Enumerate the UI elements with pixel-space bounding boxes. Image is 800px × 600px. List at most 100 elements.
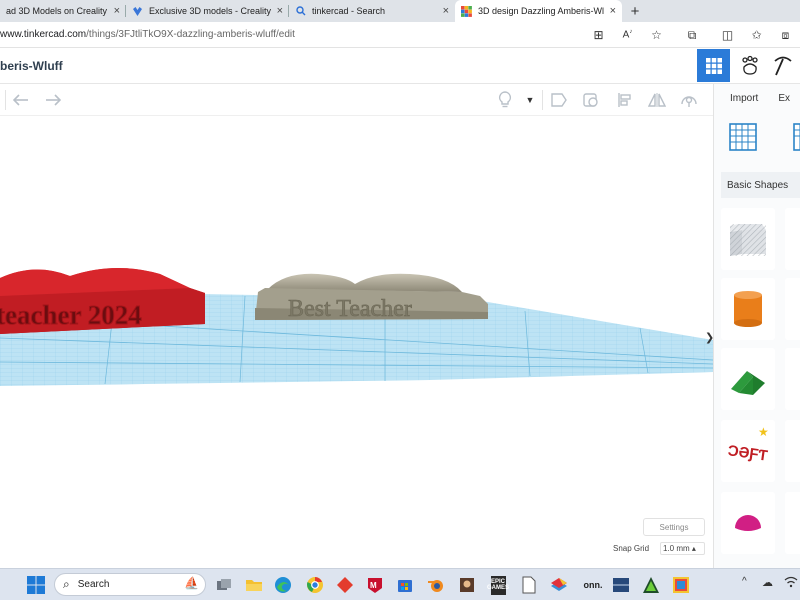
browser-tab-2[interactable]: Exclusive 3D models - Creality Cl × × bbox=[126, 0, 289, 22]
file-explorer-icon[interactable] bbox=[242, 574, 266, 596]
light-dropdown-chevron-icon[interactable]: ▼ bbox=[519, 90, 541, 110]
cruise-icon[interactable] bbox=[678, 90, 700, 110]
epic-games-icon[interactable]: EPIC GAMES bbox=[486, 574, 510, 596]
tab-title: Exclusive 3D models - Creality Cl bbox=[149, 6, 271, 16]
search-highlight-icon: ⛵ bbox=[184, 576, 199, 590]
blocks-view-button[interactable] bbox=[733, 49, 766, 82]
split-screen-icon[interactable]: ◫ bbox=[713, 28, 742, 42]
workplane-shape-icon[interactable] bbox=[728, 122, 768, 156]
extensions-icon[interactable]: ⧉ bbox=[671, 28, 713, 43]
roof-icon bbox=[731, 371, 765, 395]
box-hole-icon bbox=[730, 224, 766, 256]
game-icon[interactable] bbox=[455, 574, 479, 596]
edge-icon[interactable] bbox=[271, 574, 295, 596]
collections-icon[interactable]: ⧈ bbox=[771, 28, 800, 43]
mcafee-icon[interactable]: M bbox=[363, 574, 387, 596]
app-icon[interactable] bbox=[547, 574, 571, 596]
red-teacher-2024-object[interactable]: teacher 2024 bbox=[0, 267, 205, 334]
cylinder-hole-shape[interactable] bbox=[785, 208, 800, 270]
hole-icon[interactable] bbox=[580, 90, 602, 110]
gray-object-text: Best Teacher bbox=[288, 296, 412, 322]
box-hole-shape[interactable] bbox=[721, 208, 775, 270]
favorite-star-icon[interactable]: ☆ bbox=[642, 28, 671, 42]
text-shape-icon: ƆƏƑƬ bbox=[727, 442, 769, 464]
wedge-navy-shape[interactable] bbox=[785, 492, 800, 554]
sphere-shape[interactable] bbox=[785, 278, 800, 340]
url-text[interactable]: www.tinkercad.com/things/3FJtliTkO9X-daz… bbox=[0, 29, 295, 40]
search-icon bbox=[295, 6, 306, 17]
cylinder-icon bbox=[734, 291, 762, 327]
url-host: www.tinkercad.com bbox=[0, 29, 87, 40]
wifi-icon[interactable] bbox=[784, 576, 798, 591]
roof-shape[interactable] bbox=[721, 348, 775, 410]
cube-navy-shape[interactable] bbox=[785, 420, 800, 482]
svg-text:M: M bbox=[370, 581, 377, 590]
chrome-icon[interactable] bbox=[303, 574, 327, 596]
browser-tab-4-active[interactable]: 3D design Dazzling Amberis-Wlu × bbox=[455, 0, 622, 22]
address-bar-actions: ⊞ A♪ ☆ ⧉ ◫ ✩ ⧈ bbox=[584, 25, 800, 45]
svg-text:ƆƏƑƬ: ƆƏƑƬ bbox=[727, 442, 769, 464]
undo-icon[interactable] bbox=[10, 90, 32, 110]
red-object-text: teacher 2024 bbox=[0, 300, 142, 330]
tray-overflow-chevron-icon[interactable]: ^ bbox=[742, 576, 747, 587]
3d-viewport[interactable]: teacher 2024 Best Teacher ❯ bbox=[0, 116, 713, 568]
app-icon[interactable] bbox=[639, 574, 663, 596]
store-icon[interactable] bbox=[393, 574, 417, 596]
tab-title: ad 3D Models on Creality Cl bbox=[6, 6, 108, 16]
export-tab[interactable]: Ex bbox=[774, 93, 800, 104]
shape-outline-icon[interactable] bbox=[548, 90, 570, 110]
pickaxe-icon bbox=[773, 56, 792, 75]
tab-title: tinkercad - Search bbox=[312, 6, 386, 16]
bricks-view-button[interactable] bbox=[766, 49, 799, 82]
close-tab-icon[interactable]: × bbox=[277, 5, 283, 17]
weather-icon[interactable]: ☁ bbox=[762, 576, 773, 589]
address-bar[interactable]: www.tinkercad.com/things/3FJtliTkO9X-daz… bbox=[0, 22, 800, 48]
url-path: /things/3FJtliTkO9X-dazzling-amberis-wlu… bbox=[86, 29, 295, 40]
browser-tab-1[interactable]: ad 3D Models on Creality Cl × bbox=[0, 0, 126, 22]
cone-shape[interactable] bbox=[785, 348, 800, 410]
editor-toolbar: ▼ bbox=[0, 84, 714, 116]
browser-tab-3[interactable]: tinkercad - Search × bbox=[289, 0, 455, 22]
shapes-panel: Import Ex Basic Shapes ƆƏƑƬ bbox=[713, 84, 800, 568]
workplane-scene[interactable]: teacher 2024 Best Teacher bbox=[0, 116, 713, 568]
new-tab-button[interactable]: + bbox=[622, 0, 648, 22]
panel-collapse-arrow-icon[interactable]: ❯ bbox=[705, 331, 713, 344]
close-tab-icon[interactable]: × bbox=[443, 5, 449, 17]
ruler-shape-icon[interactable] bbox=[792, 122, 800, 156]
browser-tab-bar: ad 3D Models on Creality Cl × Exclusive … bbox=[0, 0, 800, 22]
import-tab[interactable]: Import bbox=[714, 93, 774, 104]
epic-games-label: EPIC GAMES bbox=[487, 575, 509, 595]
taskbar-search[interactable]: ⌕ Search ⛵ bbox=[54, 573, 206, 596]
read-aloud-icon[interactable]: A♪ bbox=[613, 29, 642, 40]
onn-icon[interactable]: onn. bbox=[578, 574, 608, 596]
windows-start-icon[interactable] bbox=[26, 575, 46, 595]
snap-grid-select[interactable]: 1.0 mm ▴ bbox=[660, 542, 705, 555]
task-view-icon[interactable] bbox=[212, 574, 236, 596]
mirror-icon[interactable] bbox=[646, 90, 668, 110]
favorites-icon[interactable]: ✩ bbox=[742, 28, 771, 42]
paw-icon bbox=[741, 55, 758, 75]
close-tab-icon[interactable]: × bbox=[610, 5, 616, 17]
taskbar-search-label: Search bbox=[77, 579, 110, 590]
redo-icon[interactable] bbox=[42, 90, 64, 110]
tinkercad-icon bbox=[461, 5, 472, 17]
light-bulb-icon[interactable] bbox=[494, 90, 516, 110]
settings-button[interactable]: Settings bbox=[643, 518, 705, 536]
gray-best-teacher-object[interactable]: Best Teacher bbox=[255, 273, 488, 322]
close-tab-icon[interactable]: × bbox=[114, 5, 120, 17]
3d-design-view-button[interactable] bbox=[697, 49, 730, 82]
app-icon[interactable] bbox=[669, 574, 693, 596]
cylinder-shape[interactable] bbox=[721, 278, 775, 340]
basic-shapes-header[interactable]: Basic Shapes bbox=[721, 172, 800, 198]
file-icon[interactable] bbox=[517, 574, 541, 596]
apps-icon[interactable]: ⊞ bbox=[584, 28, 613, 42]
align-icon[interactable] bbox=[614, 90, 636, 110]
app-icon[interactable] bbox=[333, 574, 357, 596]
design-title[interactable]: beris-Wluff bbox=[0, 59, 63, 73]
toolbar-divider bbox=[5, 90, 6, 110]
half-sphere-shape[interactable] bbox=[721, 492, 775, 554]
windows-taskbar: ⌕ Search ⛵ M EPIC GAMES onn. ^ ☁ bbox=[0, 568, 800, 600]
search-icon: ⌕ bbox=[63, 577, 70, 591]
blender-icon[interactable] bbox=[424, 574, 448, 596]
app-icon[interactable] bbox=[609, 574, 633, 596]
